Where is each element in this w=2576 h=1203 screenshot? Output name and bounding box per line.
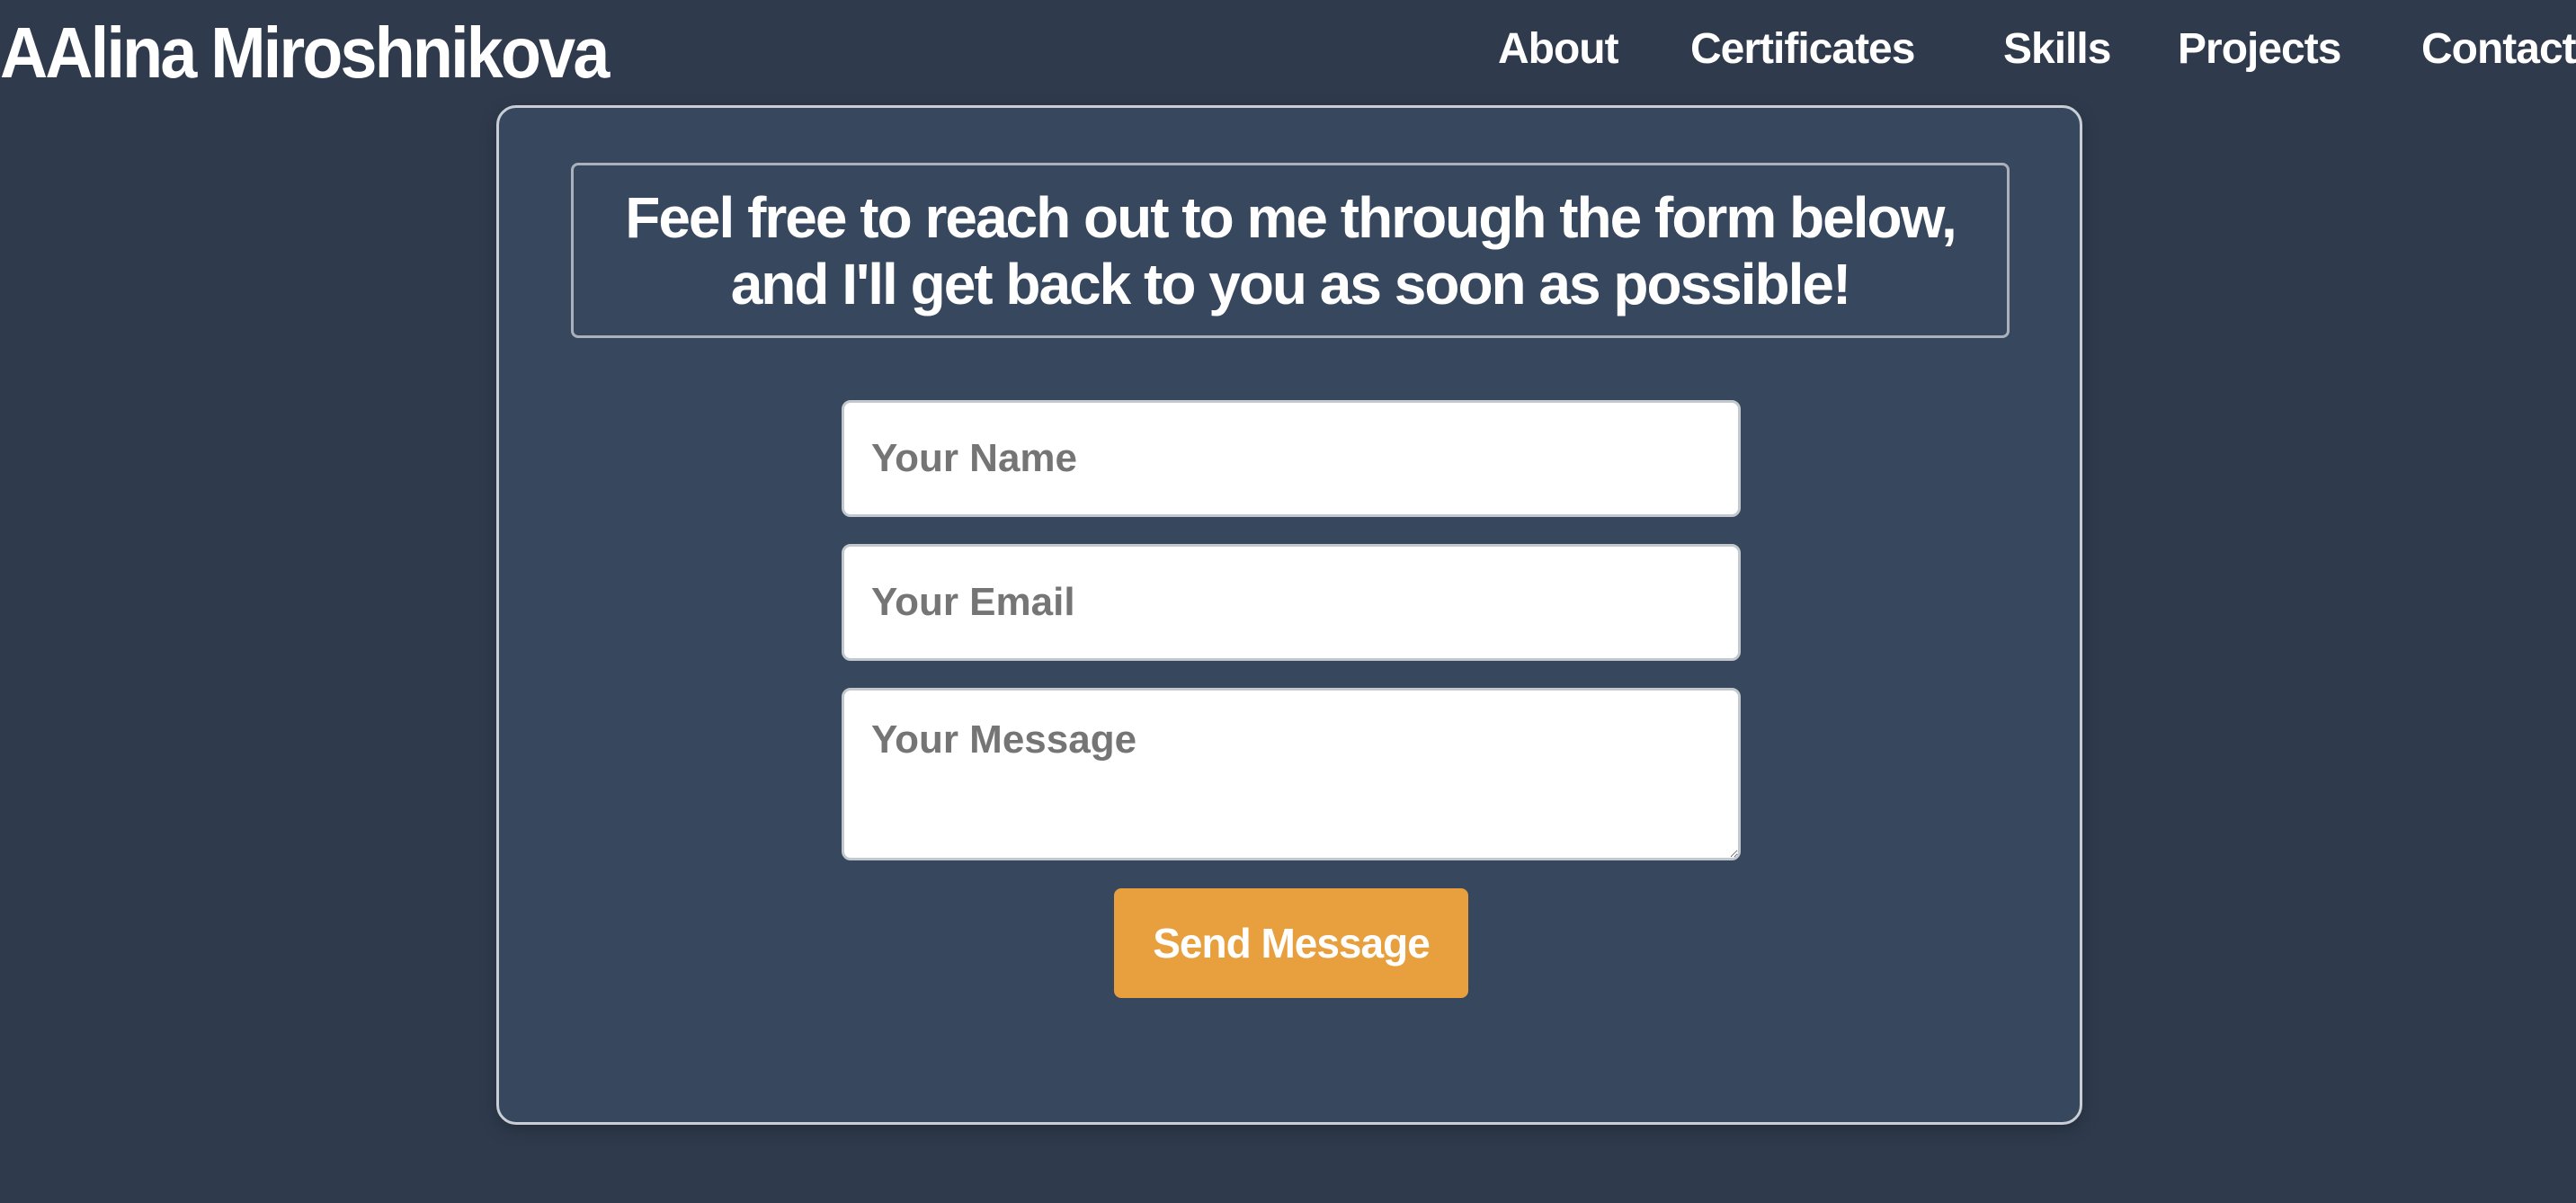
email-input[interactable] bbox=[842, 544, 1741, 661]
send-message-button[interactable]: Send Message bbox=[1114, 888, 1468, 998]
site-title: AAlina Miroshnikova bbox=[0, 13, 610, 93]
name-input[interactable] bbox=[842, 400, 1741, 517]
nav-link-contact[interactable]: Contact bbox=[2421, 18, 2576, 81]
contact-intro-line-2: and I'll get back to you as soon as poss… bbox=[730, 251, 1852, 316]
nav-link-projects[interactable]: Projects bbox=[2178, 18, 2341, 81]
contact-intro-line-1: Feel free to reach out to me through the… bbox=[625, 184, 1957, 250]
nav-link-about[interactable]: About bbox=[1498, 18, 1619, 81]
contact-intro-box: Feel free to reach out to me through the… bbox=[571, 163, 2010, 338]
message-textarea[interactable] bbox=[842, 688, 1741, 860]
contact-intro-text: Feel free to reach out to me through the… bbox=[625, 184, 1957, 317]
nav-link-certificates[interactable]: Certificates bbox=[1690, 18, 1915, 81]
nav-link-skills[interactable]: Skills bbox=[2003, 18, 2111, 81]
